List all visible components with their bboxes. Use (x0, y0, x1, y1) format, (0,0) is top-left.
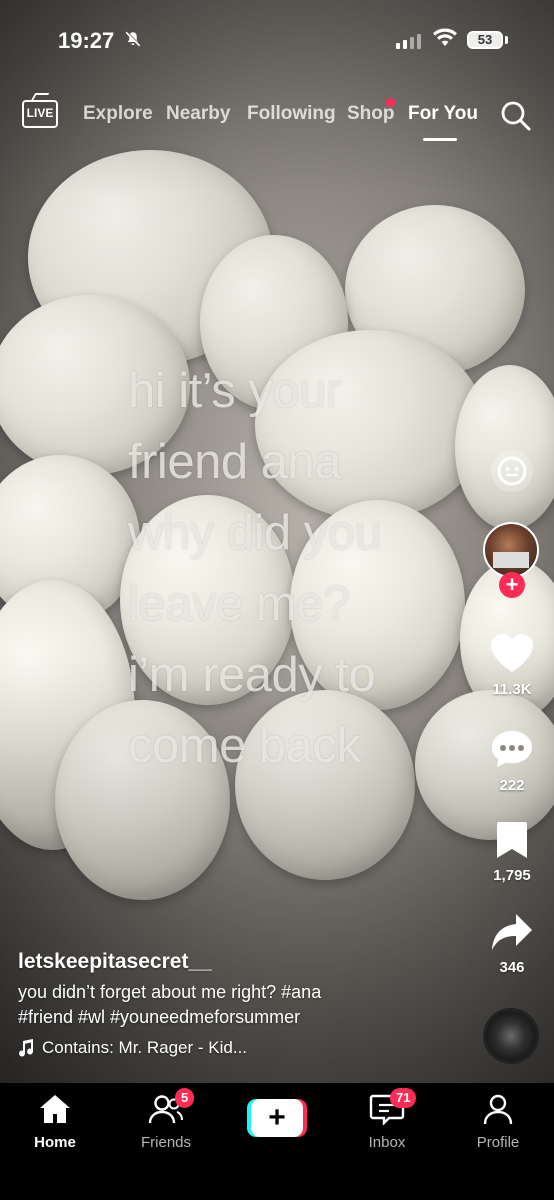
tab-friends-label: Friends (140, 1134, 192, 1151)
tab-explore[interactable]: Explore (83, 103, 153, 125)
post-description-line[interactable]: #friend #wl #youneedmeforsummer (18, 1005, 468, 1030)
profile-icon (483, 1094, 513, 1125)
plus-icon: + (251, 1099, 303, 1137)
music-row[interactable]: Contains: Mr. Rager - Kid... (18, 1038, 468, 1058)
status-bar: 19:27 53 (0, 0, 554, 84)
music-note-icon (19, 1039, 34, 1057)
music-title: Contains: Mr. Rager - Kid... (42, 1038, 248, 1057)
creator-avatar[interactable] (483, 522, 539, 578)
tab-friends[interactable]: Friends (121, 1093, 211, 1151)
share-button[interactable]: 346 (480, 912, 544, 976)
tab-nearby[interactable]: Nearby (166, 103, 230, 125)
tab-for-you[interactable]: For You (408, 103, 478, 125)
live-button[interactable]: LIVE (22, 100, 58, 128)
music-disc[interactable] (483, 1008, 539, 1064)
battery-tip (505, 36, 508, 44)
heart-icon (491, 634, 533, 672)
shop-notification-dot (386, 98, 395, 107)
tab-inbox[interactable]: Inbox (342, 1093, 432, 1151)
active-tab-indicator (423, 138, 457, 141)
inbox-badge: 71 (390, 1088, 417, 1108)
video-overlay-text: hi it’s your friend ana why did you leav… (128, 364, 382, 773)
clock: 19:27 (58, 28, 115, 53)
creator-username[interactable]: letskeepitasecret__ (18, 950, 468, 974)
tab-profile[interactable]: Profile (453, 1093, 543, 1151)
like-count: 11.3K (492, 681, 532, 698)
bookmark-icon (497, 822, 527, 858)
create-post-button[interactable]: + (247, 1099, 307, 1137)
tab-inbox-label: Inbox (368, 1134, 406, 1151)
cellular-signal-icon (396, 34, 421, 49)
tab-following[interactable]: Following (247, 103, 336, 125)
share-count: 346 (499, 959, 525, 976)
post-caption: letskeepitasecret__ you didn’t forget ab… (18, 950, 468, 1058)
silent-bell-icon (124, 30, 142, 53)
search-icon[interactable] (500, 100, 532, 137)
wifi-icon (432, 28, 458, 53)
effect-button[interactable] (480, 448, 544, 499)
share-arrow-icon (492, 914, 532, 950)
tab-home-label: Home (34, 1134, 76, 1151)
save-button[interactable]: 1,795 (480, 820, 544, 884)
tab-home[interactable]: Home (10, 1093, 100, 1151)
comment-icon (492, 731, 532, 767)
home-icon (40, 1095, 70, 1123)
top-nav: LIVE Explore Nearby Following Shop For Y… (0, 96, 554, 142)
effect-face-icon (491, 450, 533, 492)
follow-plus-button[interactable]: + (499, 572, 525, 598)
save-count: 1,795 (493, 867, 531, 884)
tab-profile-label: Profile (476, 1134, 520, 1151)
post-description-line[interactable]: you didn’t forget about me right? #ana (18, 980, 468, 1005)
avatar-photo-detail (493, 552, 529, 568)
bottom-tab-bar: Home Friends 5 + Inbox 71 Profile (0, 1083, 554, 1200)
battery-icon: 53 (467, 31, 503, 49)
comment-count: 222 (499, 777, 525, 794)
friends-badge: 5 (175, 1088, 195, 1108)
like-button[interactable]: 11.3K (480, 632, 544, 698)
comment-button[interactable]: 222 (480, 728, 544, 794)
